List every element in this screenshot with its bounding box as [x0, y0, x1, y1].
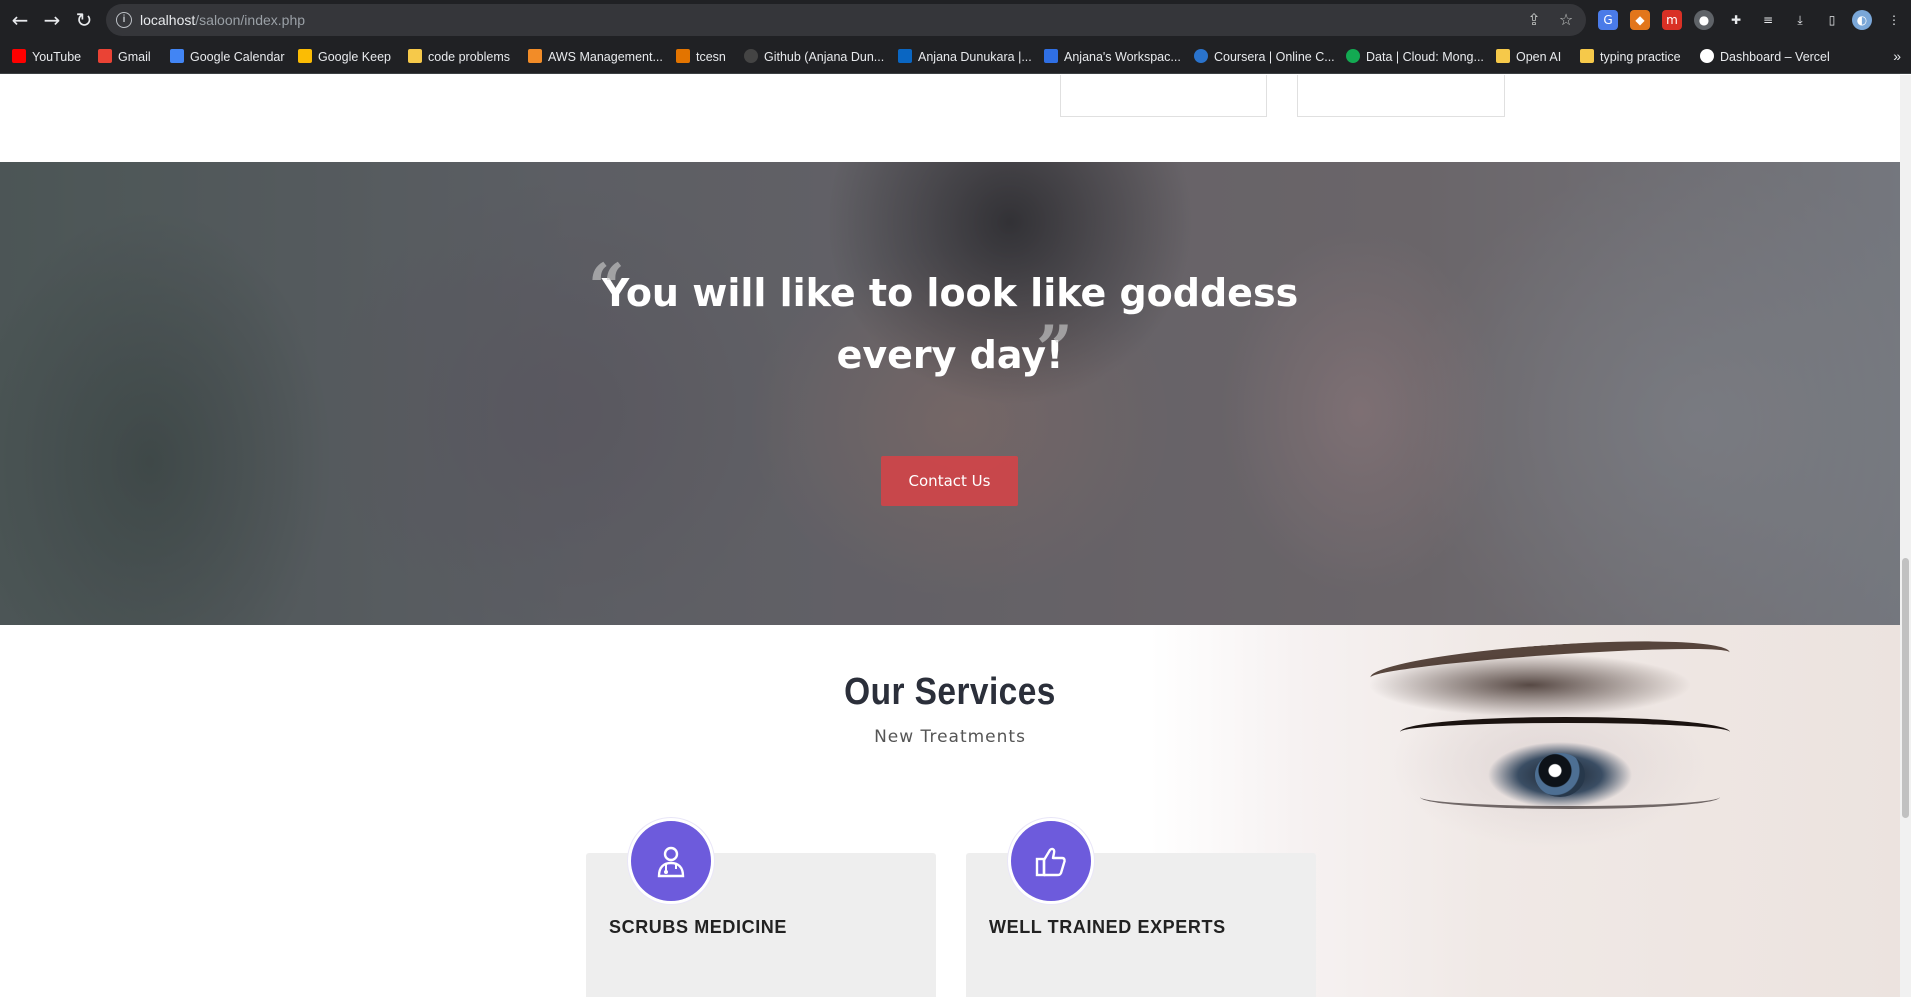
partial-card — [1060, 75, 1267, 117]
bookmark-label: tcesn — [696, 50, 726, 64]
thumbs-up-icon-glyph — [1035, 847, 1066, 877]
eyebrow-shape — [1369, 632, 1731, 698]
services-title: Our Services — [844, 671, 1056, 713]
lashes-shape — [1400, 717, 1730, 747]
bookmark-coursera[interactable]: Coursera | Online C... — [1194, 49, 1335, 65]
thumbs-up-icon — [1008, 818, 1094, 904]
open-quote-icon: “ — [588, 250, 625, 325]
menu-icon[interactable]: ⋮ — [1884, 10, 1904, 30]
youtube-icon — [12, 49, 26, 63]
address-bar[interactable]: i localhost/saloon/index.php ⇪ ☆ — [106, 4, 1586, 36]
forward-icon[interactable]: → — [40, 8, 64, 32]
metamask-extension-icon[interactable]: ◆ — [1630, 10, 1650, 30]
folder-icon — [1496, 49, 1510, 63]
scrollbar-thumb[interactable] — [1902, 558, 1909, 818]
bookmark-label: Dashboard – Vercel — [1720, 50, 1830, 64]
url-host: localhost — [140, 12, 196, 28]
doctor-icon-glyph — [657, 846, 685, 878]
bookmark-vercel[interactable]: Dashboard – Vercel — [1700, 49, 1830, 65]
calendar-icon — [170, 49, 184, 63]
coursera-icon — [1194, 49, 1208, 63]
aws-icon — [528, 49, 542, 63]
hero-banner: “ You will like to look like goddess eve… — [0, 162, 1900, 625]
doctor-icon — [628, 818, 714, 904]
vercel-icon — [1700, 49, 1714, 63]
hero-quote-block: “ You will like to look like goddess eve… — [588, 256, 1310, 387]
services-section: Our Services New Treatments SCRUBS MEDIC… — [0, 625, 1900, 997]
bookmarks-bar: YouTube Gmail Google Calendar Google Kee… — [0, 40, 1911, 74]
site-info-icon[interactable]: i — [116, 12, 132, 28]
bookmark-star-icon[interactable]: ☆ — [1556, 10, 1576, 30]
partial-card — [1297, 75, 1505, 117]
bookmark-tcesn[interactable]: tcesn — [676, 49, 726, 65]
keep-icon — [298, 49, 312, 63]
bookmark-label: Data | Cloud: Mong... — [1366, 50, 1484, 64]
browser-toolbar: ← → ↻ i localhost/saloon/index.php ⇪ ☆ G… — [0, 0, 1911, 40]
bookmark-label: Anjana Dunukara |... — [918, 50, 1032, 64]
folder-icon — [1580, 49, 1594, 63]
bookmark-google-keep[interactable]: Google Keep — [298, 49, 391, 65]
gmail-icon — [98, 49, 112, 63]
bookmark-label: Google Keep — [318, 50, 391, 64]
hero-overlay — [0, 162, 1900, 625]
reading-list-icon[interactable]: ≡ — [1758, 10, 1778, 30]
back-icon[interactable]: ← — [8, 8, 32, 32]
download-icon[interactable]: ⤓ — [1790, 10, 1810, 30]
bookmark-linkedin[interactable]: Anjana Dunukara |... — [898, 49, 1032, 65]
bookmark-label: Google Calendar — [190, 50, 285, 64]
hero-quote: You will like to look like goddess every… — [601, 271, 1299, 377]
bookmark-aws[interactable]: AWS Management... — [528, 49, 663, 65]
services-subtitle: New Treatments — [874, 727, 1026, 747]
bookmark-code-problems[interactable]: code problems — [408, 49, 510, 65]
workspace-icon — [1044, 49, 1058, 63]
bookmark-label: Github (Anjana Dun... — [764, 50, 885, 64]
service-name: SCRUBS MEDICINE — [609, 917, 788, 937]
service-name: WELL TRAINED EXPERTS — [989, 917, 1226, 937]
contact-us-button[interactable]: Contact Us — [881, 456, 1018, 506]
bookmark-open-ai[interactable]: Open AI — [1496, 49, 1561, 65]
bookmark-workspace[interactable]: Anjana's Workspac... — [1044, 49, 1181, 65]
puzzle-extensions-icon[interactable]: ✚ — [1726, 10, 1746, 30]
circle-extension-icon[interactable]: ● — [1694, 10, 1714, 30]
bookmark-mongodb[interactable]: Data | Cloud: Mong... — [1346, 49, 1484, 65]
bookmark-youtube[interactable]: YouTube — [12, 49, 81, 65]
bookmark-label: AWS Management... — [548, 50, 663, 64]
translate-extension-icon[interactable]: G — [1598, 10, 1618, 30]
close-quote-icon: ” — [1036, 312, 1073, 387]
bookmark-label: Gmail — [118, 50, 151, 64]
bookmark-typing-practice[interactable]: typing practice — [1580, 49, 1681, 65]
page-viewport: “ You will like to look like goddess eve… — [0, 75, 1900, 997]
bookmark-label: code problems — [428, 50, 510, 64]
reload-icon[interactable]: ↻ — [72, 8, 96, 32]
bookmark-gmail[interactable]: Gmail — [98, 49, 151, 65]
url-text[interactable]: localhost/saloon/index.php — [140, 12, 305, 28]
bookmark-github[interactable]: Github (Anjana Dun... — [744, 49, 884, 65]
tcesn-icon — [676, 49, 690, 63]
red-extension-icon[interactable]: m — [1662, 10, 1682, 30]
bookmark-google-calendar[interactable]: Google Calendar — [170, 49, 285, 65]
page-scrollbar[interactable] — [1900, 75, 1911, 997]
linkedin-icon — [898, 49, 912, 63]
iris-shape — [1535, 753, 1585, 797]
url-path: /saloon/index.php — [195, 12, 306, 28]
mongodb-icon — [1346, 49, 1360, 63]
side-panel-icon[interactable]: ▯ — [1822, 10, 1842, 30]
bookmark-label: Anjana's Workspac... — [1064, 50, 1181, 64]
bookmark-label: YouTube — [32, 50, 82, 64]
bookmark-label: Open AI — [1516, 50, 1562, 64]
bookmark-label: Coursera | Online C... — [1214, 50, 1335, 64]
folder-icon — [408, 49, 422, 63]
profile-avatar[interactable]: ◐ — [1852, 10, 1872, 30]
share-icon[interactable]: ⇪ — [1524, 10, 1544, 30]
github-icon — [744, 49, 758, 63]
bookmark-label: typing practice — [1600, 50, 1681, 64]
bookmarks-overflow-icon[interactable]: » — [1893, 48, 1901, 64]
